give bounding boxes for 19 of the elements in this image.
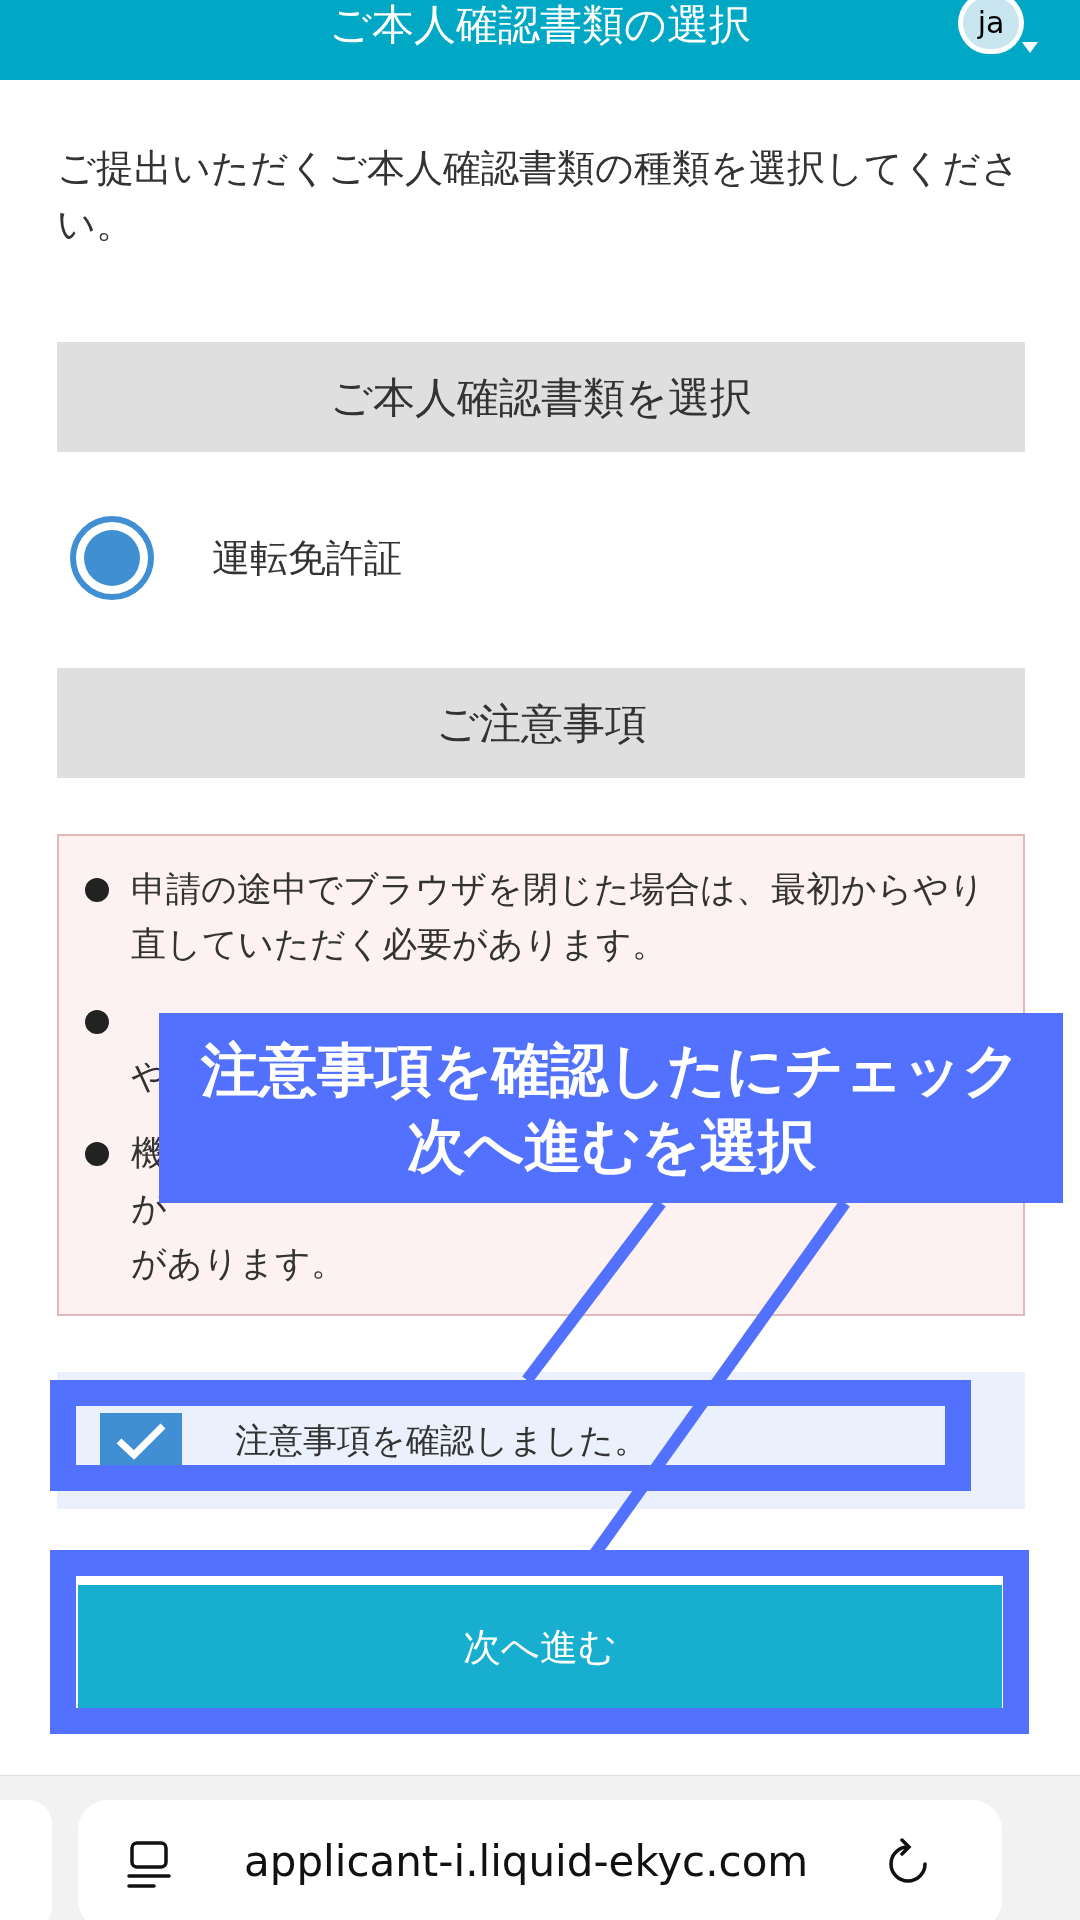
notice-text: 申請の途中でブラウザを閉じた場合は、最初からやり — [131, 868, 985, 911]
page-title: ご本人確認書類の選択 — [329, 2, 751, 48]
confirm-checkbox[interactable] — [100, 1413, 182, 1468]
bullet-icon — [85, 1142, 109, 1166]
notice-text: があります。 — [131, 1242, 346, 1285]
caret-icon — [1022, 42, 1038, 53]
instruction-text: ご提出いただくご本人確認書類の種類を選択してください。 — [57, 145, 1021, 248]
callout-text: 次へ進むを選択 — [406, 1111, 816, 1182]
url-text: applicant-i.liquid-ekyc.com — [244, 1836, 809, 1888]
callout-text: 注意事項を確認したにチェック — [201, 1035, 1021, 1106]
address-bar[interactable]: applicant-i.liquid-ekyc.com — [78, 1800, 1002, 1920]
checkbox-label: 注意事項を確認しました。 — [235, 1419, 648, 1462]
bullet-icon — [85, 878, 109, 902]
bullet-icon — [85, 1010, 109, 1034]
section-header: ご本人確認書類を選択 — [57, 342, 1025, 452]
option-label: 運転免許証 — [212, 534, 402, 582]
notice-text: 直していただく必要があります。 — [131, 923, 667, 966]
reader-icon[interactable] — [126, 1840, 172, 1890]
section-header: ご注意事項 — [57, 668, 1025, 778]
